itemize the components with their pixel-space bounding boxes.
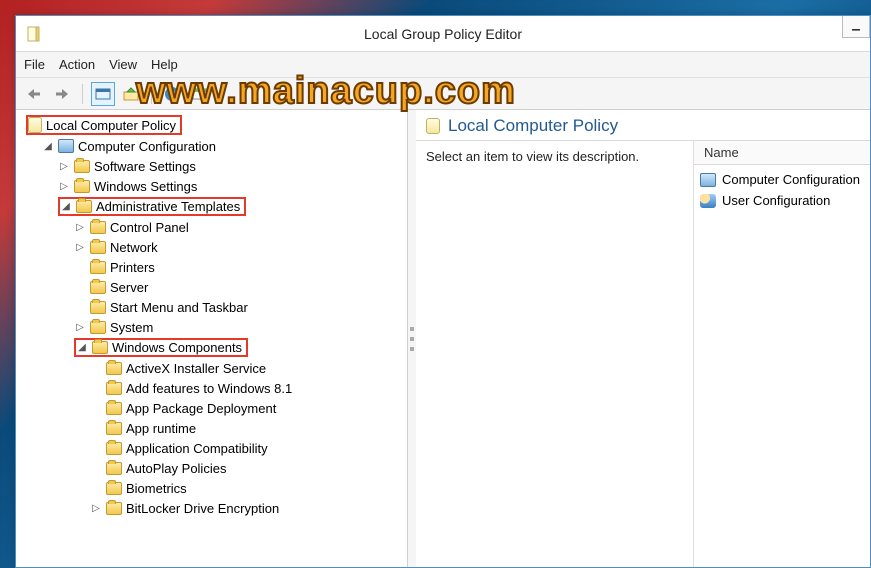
help-button[interactable]: ? [160, 82, 184, 106]
folder-icon [106, 442, 122, 455]
menu-action[interactable]: Action [59, 57, 95, 72]
folder-icon [106, 502, 122, 515]
caret-right-icon[interactable]: ▷ [90, 503, 102, 514]
tree-admin-templates[interactable]: ◢ Administrative Templates [58, 197, 246, 216]
folder-icon [106, 422, 122, 435]
folder-icon [92, 341, 108, 354]
folder-icon [90, 241, 106, 254]
folder-icon [74, 180, 90, 193]
policy-icon [426, 118, 440, 134]
tree-wc-activex[interactable]: ActiveX Installer Service [90, 361, 266, 376]
description-pane: Select an item to view its description. [416, 141, 693, 567]
tree-wc-autoplay[interactable]: AutoPlay Policies [90, 461, 226, 476]
forward-button[interactable] [50, 82, 74, 106]
window-title: Local Group Policy Editor [364, 26, 522, 42]
tree-wc-appcomp[interactable]: Application Compatibility [90, 441, 268, 456]
caret-right-icon[interactable]: ▷ [74, 222, 86, 233]
toolbar: ? [16, 78, 870, 110]
tree-wc-apppkg[interactable]: App Package Deployment [90, 401, 276, 416]
caret-right-icon[interactable]: ▷ [74, 242, 86, 253]
tree-wc-bitlocker[interactable]: ▷BitLocker Drive Encryption [90, 501, 279, 516]
tree-win-components[interactable]: ◢ Windows Components [74, 338, 248, 357]
content-title: Local Computer Policy [448, 116, 618, 136]
tree-server[interactable]: Server [74, 280, 148, 295]
app-window: Local Group Policy Editor File Action Vi… [15, 15, 871, 568]
computer-icon [58, 139, 74, 153]
computer-icon [700, 173, 716, 187]
caret-down-icon[interactable]: ◢ [76, 342, 88, 353]
splitter[interactable] [408, 110, 416, 567]
folder-icon [106, 382, 122, 395]
description-text: Select an item to view its description. [426, 149, 639, 164]
tree-printers[interactable]: Printers [74, 260, 155, 275]
tree-wc-addfeat[interactable]: Add features to Windows 8.1 [90, 381, 292, 396]
content-pane: Local Computer Policy Select an item to … [416, 110, 870, 567]
toolbar-divider-2 [151, 84, 152, 104]
content-header: Local Computer Policy [416, 110, 870, 141]
column-header-name[interactable]: Name [694, 141, 870, 165]
folder-icon [106, 482, 122, 495]
tree-wc-apprt[interactable]: App runtime [90, 421, 196, 436]
menubar: File Action View Help [16, 52, 870, 78]
svg-text:?: ? [169, 89, 176, 101]
app-icon [26, 26, 42, 42]
menu-view[interactable]: View [109, 57, 137, 72]
user-icon [700, 194, 716, 208]
caret-right-icon[interactable]: ▷ [58, 161, 70, 172]
tree-software-settings[interactable]: ▷ Software Settings [58, 159, 196, 174]
caret-down-icon[interactable]: ◢ [60, 201, 72, 212]
caret-right-icon[interactable]: ▷ [58, 181, 70, 192]
folder-icon [90, 261, 106, 274]
folder-icon [106, 462, 122, 475]
menu-help[interactable]: Help [151, 57, 178, 72]
minimize-button[interactable] [842, 16, 870, 38]
titlebar[interactable]: Local Group Policy Editor [16, 16, 870, 52]
caret-down-icon[interactable]: ◢ [42, 141, 54, 152]
list-pane: Name Computer Configuration User Configu… [693, 141, 870, 567]
list-item-comp-config[interactable]: Computer Configuration [700, 169, 864, 190]
details-view-button[interactable] [91, 82, 115, 106]
back-button[interactable] [22, 82, 46, 106]
list-item-user-config[interactable]: User Configuration [700, 190, 864, 211]
tree-network[interactable]: ▷ Network [74, 240, 158, 255]
up-button[interactable] [119, 82, 143, 106]
tree-system[interactable]: ▷ System [74, 320, 153, 335]
properties-button[interactable] [188, 82, 212, 106]
folder-icon [74, 160, 90, 173]
tree-start-menu[interactable]: Start Menu and Taskbar [74, 300, 248, 315]
tree-wc-biometrics[interactable]: Biometrics [90, 481, 187, 496]
policy-icon [28, 117, 42, 133]
folder-icon [90, 221, 106, 234]
folder-icon [90, 301, 106, 314]
folder-icon [106, 362, 122, 375]
menu-file[interactable]: File [24, 57, 45, 72]
folder-icon [90, 281, 106, 294]
folder-icon [106, 402, 122, 415]
tree-windows-settings[interactable]: ▷ Windows Settings [58, 179, 197, 194]
tree-pane[interactable]: Local Computer Policy ◢ Computer Configu… [16, 110, 408, 567]
tree-comp-config[interactable]: ◢ Computer Configuration [42, 139, 216, 154]
toolbar-divider [82, 84, 83, 104]
tree-root[interactable]: Local Computer Policy [26, 115, 182, 135]
folder-icon [90, 321, 106, 334]
tree-control-panel[interactable]: ▷ Control Panel [74, 220, 189, 235]
caret-right-icon[interactable]: ▷ [74, 322, 86, 333]
folder-icon [76, 200, 92, 213]
